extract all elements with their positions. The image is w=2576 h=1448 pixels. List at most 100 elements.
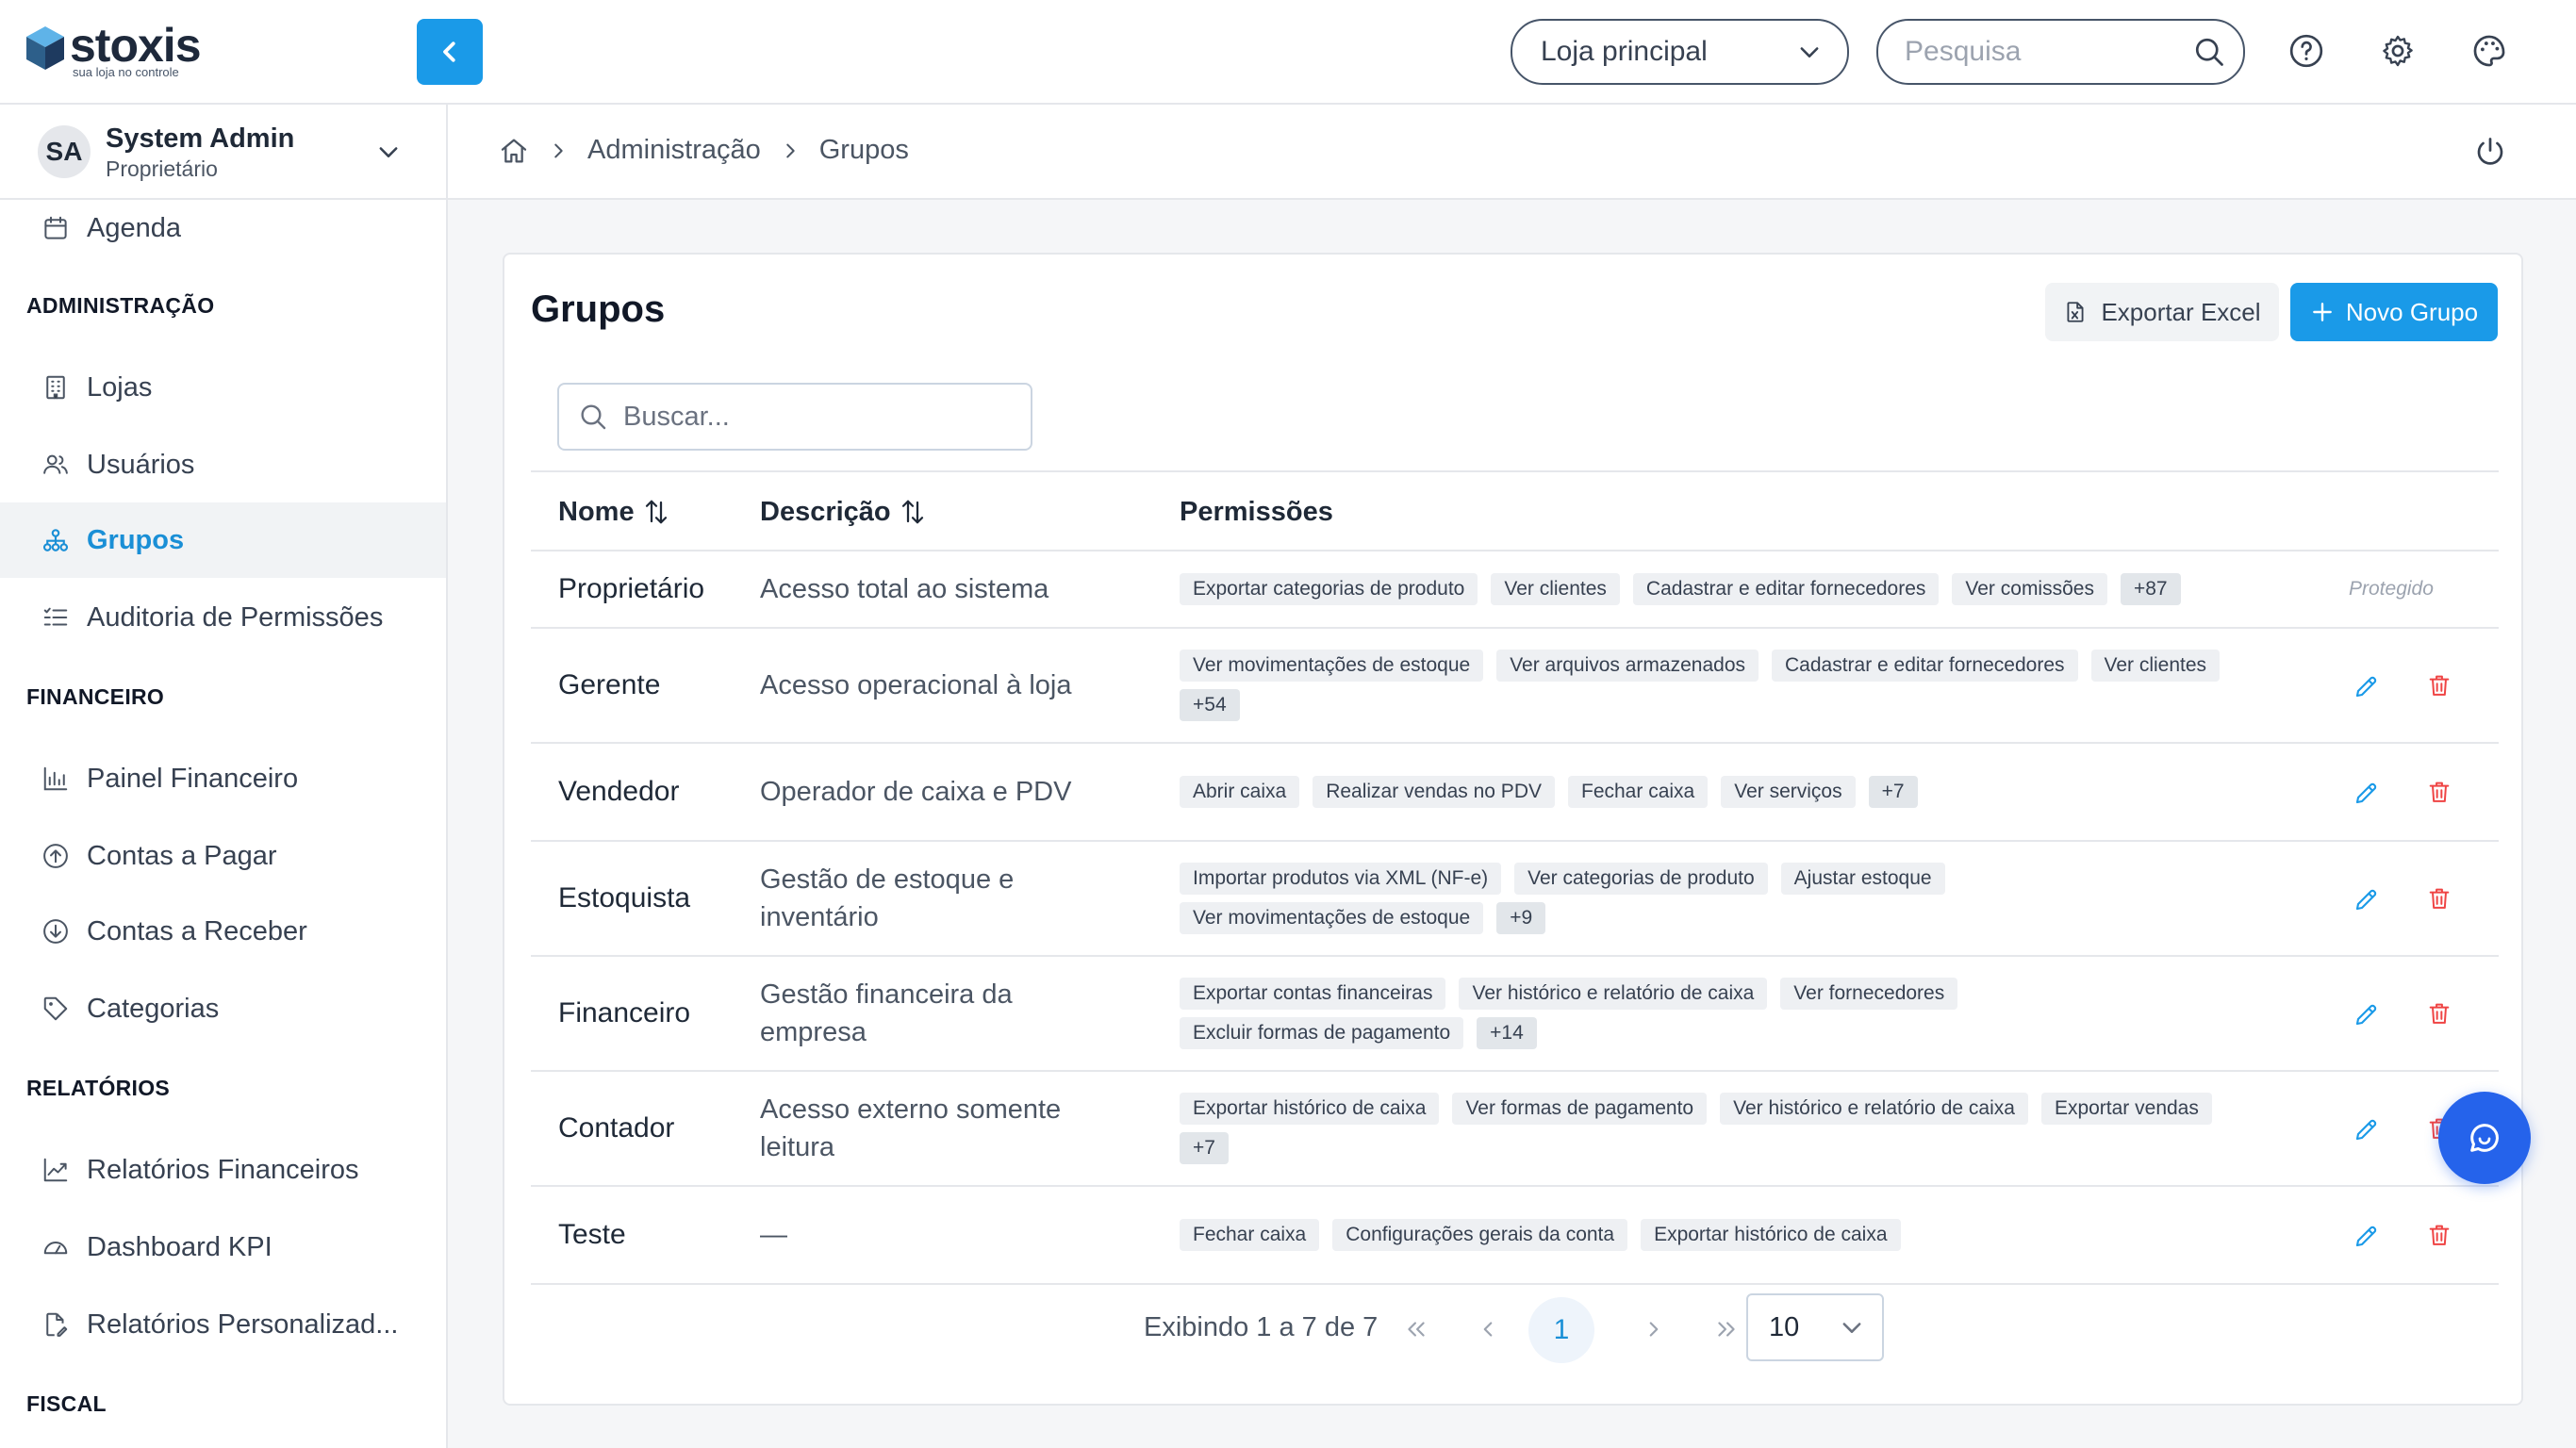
help-button[interactable] <box>2287 32 2325 70</box>
edit-group-button[interactable] <box>2353 779 2381 807</box>
delete-group-button[interactable] <box>2426 1000 2452 1027</box>
permission-chip: Ver formas de pagamento <box>1452 1093 1708 1125</box>
permission-chip: Exportar contas financeiras <box>1180 978 1446 1010</box>
permission-chip: Ver clientes <box>1491 573 1620 605</box>
group-permissions: Exportar categorias de produto Ver client… <box>1180 551 2254 627</box>
group-description: Acesso total ao sistema <box>760 551 1118 627</box>
column-header-label: Permissões <box>1180 496 1333 527</box>
user-menu[interactable]: SA System Admin Proprietário <box>0 105 446 200</box>
help-icon <box>2289 34 2323 68</box>
edit-group-button[interactable] <box>2353 1000 2381 1028</box>
column-header-description[interactable]: Descrição <box>760 472 927 551</box>
sidebar-item-painel-financeiro[interactable]: Painel Financeiro <box>0 741 446 816</box>
permission-chip: Realizar vendas no PDV <box>1313 776 1555 808</box>
sidebar-item-label: Agenda <box>87 212 181 243</box>
next-page-button[interactable] <box>1631 1307 1676 1352</box>
sidebar-item-relatorios-personalizados[interactable]: Relatórios Personalizad... <box>0 1287 446 1362</box>
sidebar-item-lojas[interactable]: Lojas <box>0 350 446 425</box>
users-icon <box>43 454 68 474</box>
delete-group-button[interactable] <box>2426 885 2452 912</box>
edit-group-button[interactable] <box>2353 672 2381 700</box>
edit-group-button[interactable] <box>2353 885 2381 913</box>
top-bar: stoxis sua loja no controle Loja princip… <box>0 0 2576 105</box>
new-group-label: Novo Grupo <box>2345 297 2479 326</box>
edit-group-button[interactable] <box>2353 1115 2381 1144</box>
store-select[interactable]: Loja principal <box>1511 19 1849 85</box>
sidebar-item-label: Contas a Pagar <box>87 840 277 871</box>
sidebar-item-agenda[interactable]: Agenda <box>0 190 446 266</box>
first-page-button[interactable] <box>1394 1307 1439 1352</box>
global-search-input[interactable] <box>1905 36 2169 68</box>
pencil-icon <box>2355 889 2377 911</box>
table-row: Contador Acesso externo somente leitura Ex… <box>531 1072 2499 1187</box>
page-button-current[interactable]: 1 <box>1528 1297 1594 1363</box>
sidebar-item-auditoria[interactable]: Auditoria de Permissões <box>0 580 446 655</box>
sidebar-item-grupos[interactable]: Grupos <box>0 502 446 578</box>
chevron-left-icon <box>443 41 455 62</box>
breadcrumb-item-grupos: Grupos <box>818 135 909 165</box>
brand-logo[interactable]: stoxis sua loja no controle <box>25 22 202 79</box>
sidebar-item-label: Lojas <box>87 371 153 403</box>
group-description: Operador de caixa e PDV <box>760 744 1118 840</box>
permission-chip: Configurações gerais da conta <box>1332 1219 1628 1251</box>
permission-more-badge[interactable]: +54 <box>1180 689 1240 721</box>
sidebar-item-usuarios[interactable]: Usuários <box>0 427 446 502</box>
settings-button[interactable] <box>2379 32 2417 70</box>
permission-more-badge[interactable]: +9 <box>1496 902 1546 934</box>
breadcrumb-item-administracao[interactable]: Administração <box>587 135 761 166</box>
group-permissions: Exportar histórico de caixa Ver formas de… <box>1180 1072 2254 1185</box>
collapse-sidebar-button[interactable] <box>417 19 483 85</box>
pagination-info: Exibindo 1 a 7 de 7 <box>1144 1312 1379 1342</box>
sidebar-item-relatorios-financeiros[interactable]: Relatórios Financeiros <box>0 1132 446 1208</box>
permission-more-badge[interactable]: +87 <box>2120 573 2181 605</box>
search-icon[interactable] <box>2192 35 2226 69</box>
export-excel-button[interactable]: Exportar Excel <box>2045 283 2279 341</box>
permission-chip: Fechar caixa <box>1180 1219 1320 1251</box>
permission-chip: Ver histórico e relatório de caixa <box>1459 978 1768 1010</box>
permission-chip: Ver histórico e relatório de caixa <box>1720 1093 2028 1125</box>
bar-chart-icon <box>43 766 68 791</box>
permission-chip: Ver arquivos armazenados <box>1496 650 1759 682</box>
group-description-text: Acesso externo somente leitura <box>760 1094 1062 1162</box>
sort-icon[interactable] <box>899 498 927 526</box>
home-icon[interactable] <box>499 136 529 166</box>
chevron-left-icon <box>1483 1322 1493 1337</box>
column-header-name[interactable]: Nome <box>558 472 670 551</box>
group-name: Proprietário <box>558 573 705 604</box>
permission-more-badge[interactable]: +7 <box>1868 776 1918 808</box>
sidebar-item-dashboard-kpi[interactable]: Dashboard KPI <box>0 1209 446 1285</box>
last-page-button[interactable] <box>1704 1307 1749 1352</box>
avatar: SA <box>38 124 91 178</box>
permission-chip: Ajustar estoque <box>1780 863 1945 895</box>
delete-group-button[interactable] <box>2426 672 2452 699</box>
permission-chip: Cadastrar e editar fornecedores <box>1632 573 1940 605</box>
permission-chip: Importar produtos via XML (NF-e) <box>1180 863 1502 895</box>
delete-group-button[interactable] <box>2426 779 2452 805</box>
sidebar-item-contas-pagar[interactable]: Contas a Pagar <box>0 818 446 894</box>
new-group-button[interactable]: Novo Grupo <box>2290 283 2498 341</box>
column-header-label: Nome <box>558 496 635 527</box>
theme-button[interactable] <box>2470 32 2508 70</box>
prev-page-button[interactable] <box>1465 1307 1511 1352</box>
edit-group-button[interactable] <box>2353 1222 2381 1250</box>
sidebar-item-label: Relatórios Financeiros <box>87 1154 359 1185</box>
trash-icon <box>2429 1225 2450 1245</box>
permission-more-badge[interactable]: +14 <box>1477 1017 1537 1049</box>
delete-group-button[interactable] <box>2426 1222 2452 1248</box>
pagination: Exibindo 1 a 7 de 7 1 10 <box>504 1293 2521 1365</box>
sidebar-item-contas-receber[interactable]: Contas a Receber <box>0 894 446 969</box>
permission-chip: Ver serviços <box>1721 776 1856 808</box>
breadcrumb-bar: Administração Grupos <box>448 105 2576 200</box>
chevron-right-icon <box>1649 1322 1659 1337</box>
sort-icon[interactable] <box>642 498 670 526</box>
chevron-down-icon[interactable] <box>375 139 402 165</box>
user-name: System Admin <box>106 123 295 154</box>
pencil-icon <box>2355 1119 2377 1141</box>
permission-more-badge[interactable]: +7 <box>1180 1132 1229 1164</box>
chat-support-button[interactable] <box>2438 1092 2531 1184</box>
logout-button[interactable] <box>2473 135 2507 169</box>
sidebar-item-categorias[interactable]: Categorias <box>0 971 446 1046</box>
group-search-input[interactable] <box>623 401 1000 433</box>
page-size-select[interactable]: 10 <box>1746 1293 1884 1361</box>
pencil-icon <box>2355 676 2377 698</box>
